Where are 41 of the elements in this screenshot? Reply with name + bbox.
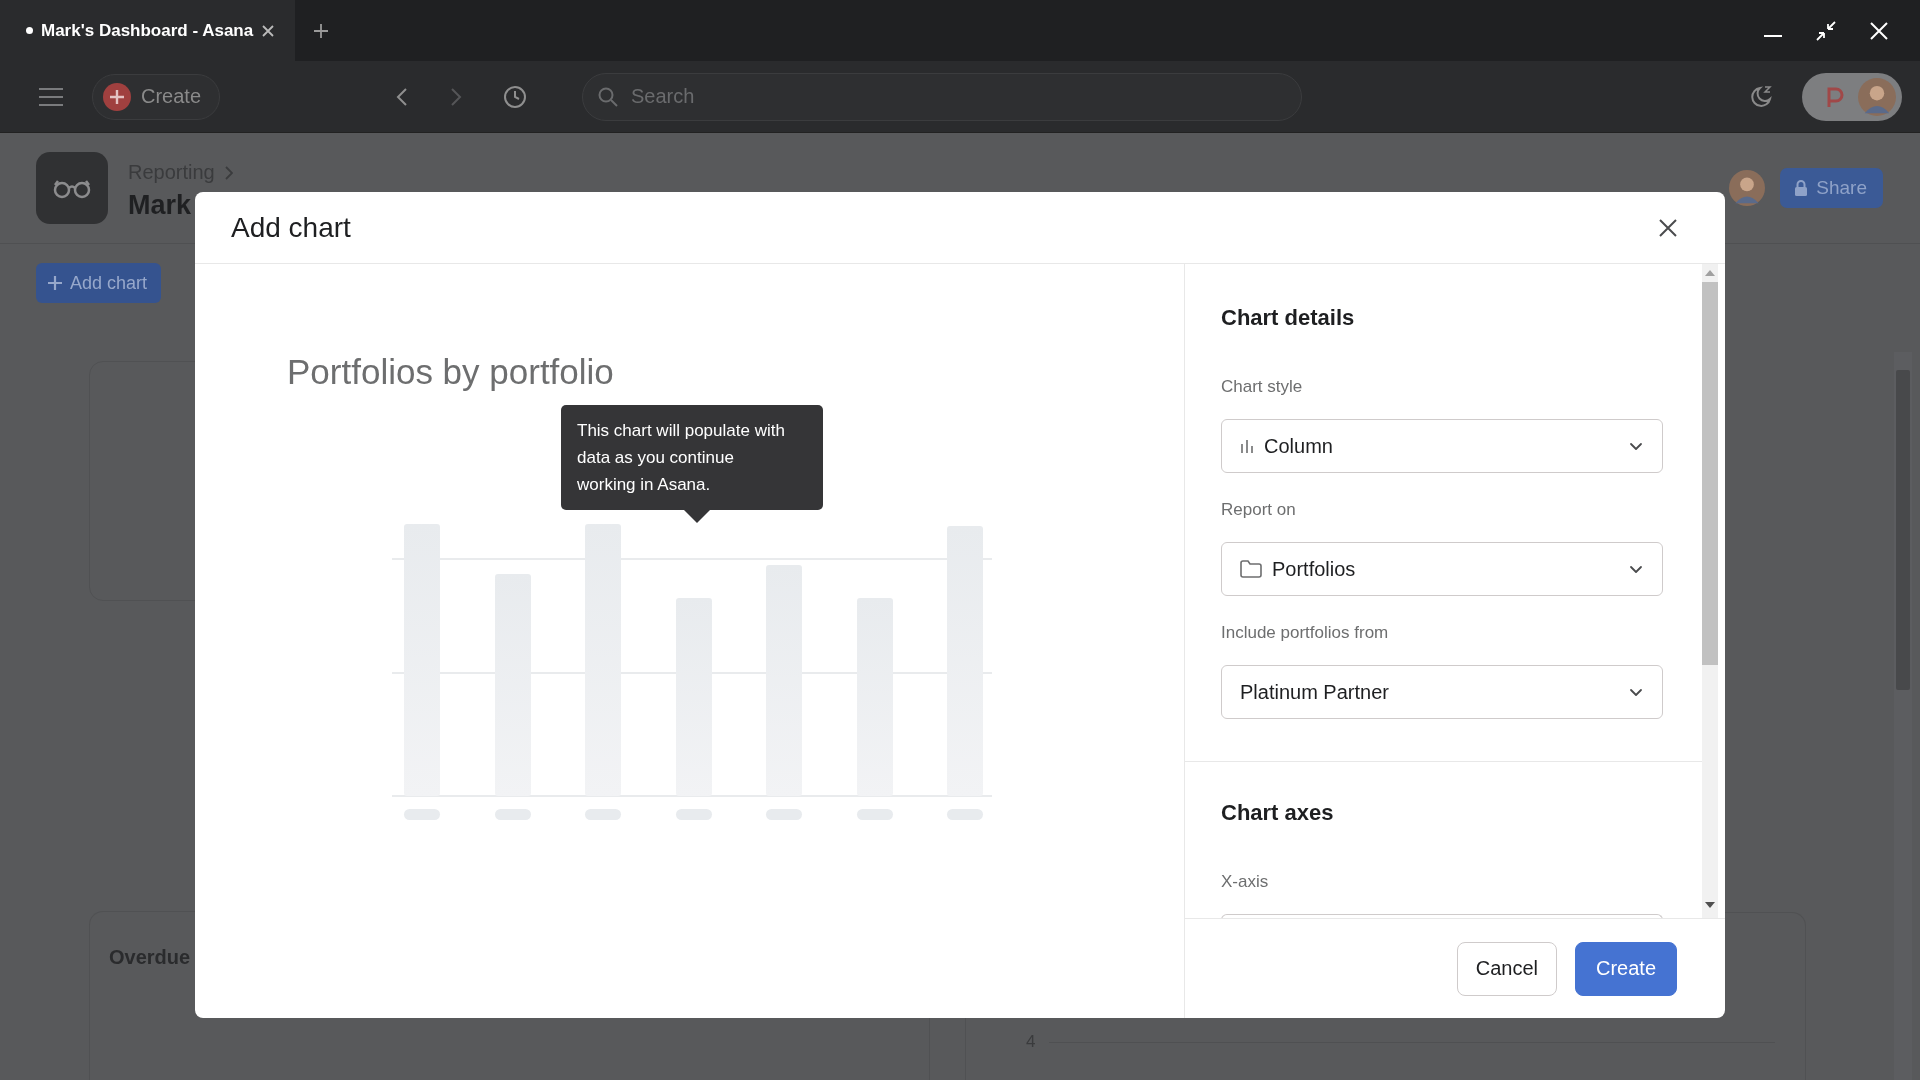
close-icon[interactable] xyxy=(1658,217,1678,238)
menu-icon[interactable] xyxy=(38,86,64,107)
lock-icon xyxy=(1794,180,1809,196)
field-label: Report on xyxy=(1221,499,1297,521)
search-icon xyxy=(598,86,619,107)
scroll-down-icon[interactable] xyxy=(1705,902,1715,908)
chart-title: Portfolios by portfolio xyxy=(287,351,615,393)
plus-icon xyxy=(103,82,131,111)
page-title: Mark xyxy=(128,190,193,221)
plus-icon xyxy=(48,276,62,290)
avatar-icon xyxy=(1858,77,1896,116)
dialog-title: Add chart xyxy=(231,211,351,244)
close-icon[interactable] xyxy=(261,23,276,38)
dropdown[interactable]: Platinum Partner xyxy=(1221,665,1663,719)
tab-title: Mark's Dashboard - Asana xyxy=(41,20,254,41)
report-icon xyxy=(36,152,108,224)
scrollbar[interactable] xyxy=(1702,264,1718,918)
avatar-icon xyxy=(1729,170,1766,206)
search-field[interactable]: Search xyxy=(582,72,1303,121)
close-icon[interactable] xyxy=(1868,19,1890,42)
back-icon[interactable] xyxy=(395,86,410,107)
sleep-mode-icon[interactable] xyxy=(1748,83,1774,110)
account-switcher[interactable] xyxy=(1802,72,1902,121)
field-label: Chart style xyxy=(1221,376,1304,398)
section-heading: Chart details xyxy=(1221,304,1356,332)
field-label: Include portfolios from xyxy=(1221,622,1390,644)
dropdown[interactable]: Portfolios xyxy=(1221,542,1663,596)
field-label: X-axis xyxy=(1221,871,1270,893)
new-tab-icon[interactable] xyxy=(313,22,329,39)
dropdown[interactable]: Column xyxy=(1221,419,1663,473)
cancel-button[interactable]: Cancel xyxy=(1456,941,1557,996)
folder-icon xyxy=(1240,560,1262,578)
tooltip-arrow xyxy=(684,510,710,523)
restore-icon[interactable] xyxy=(1814,18,1838,43)
create-button[interactable]: Create xyxy=(1574,941,1677,996)
history-icon[interactable] xyxy=(503,84,528,109)
section-heading: Chart axes xyxy=(1221,799,1335,827)
chevron-right-icon xyxy=(224,165,233,180)
create-button[interactable]: Create xyxy=(92,73,221,120)
browser-tab[interactable]: Mark's Dashboard - Asana xyxy=(0,0,295,61)
column-chart-icon xyxy=(1240,439,1254,453)
